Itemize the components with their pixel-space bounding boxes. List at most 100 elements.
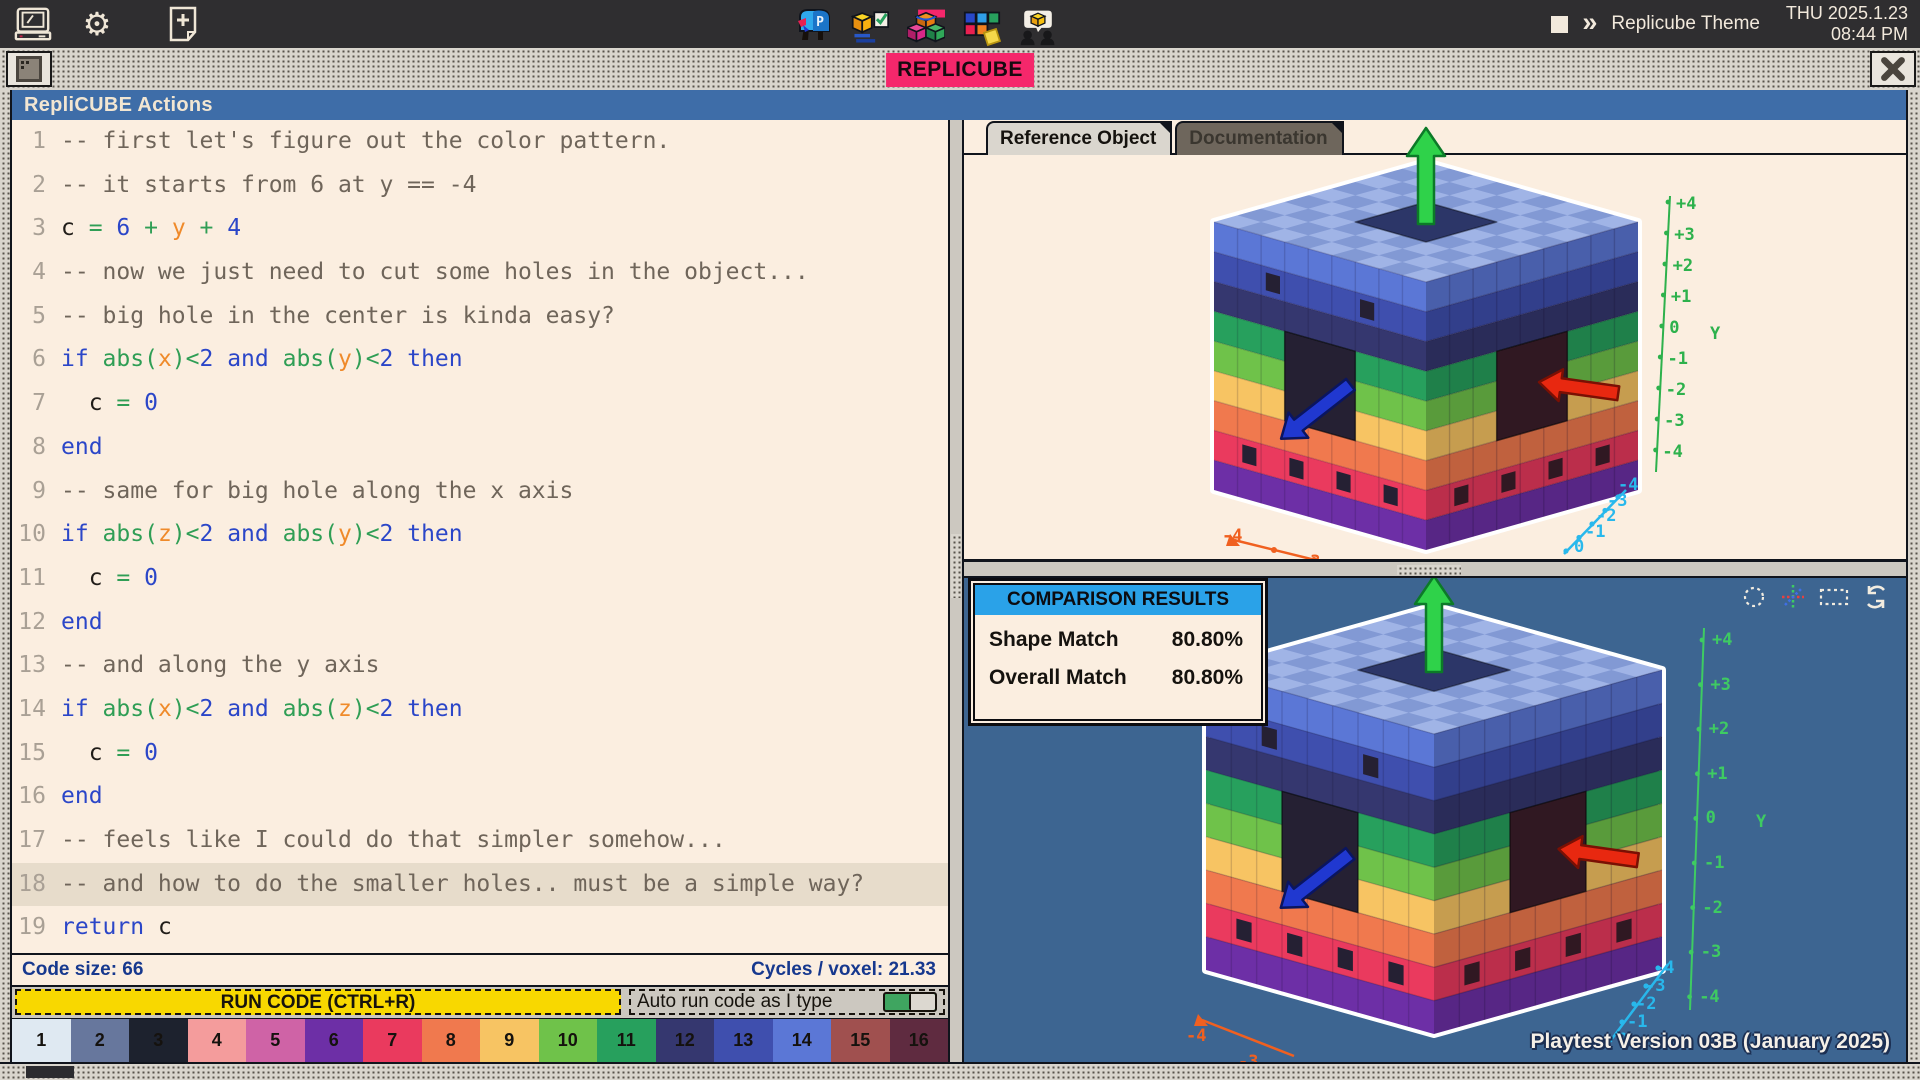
mailbox-icon[interactable]: P — [795, 8, 833, 46]
code-line: 12end — [12, 601, 948, 645]
color-grid-icon[interactable] — [963, 8, 1001, 46]
axis-label: +1 — [1671, 287, 1691, 307]
select-region-icon[interactable] — [1819, 584, 1849, 610]
palette-swatch-2[interactable]: 2 — [71, 1019, 130, 1062]
computer-icon[interactable] — [14, 5, 52, 43]
reference-cube-view[interactable] — [964, 120, 1906, 562]
app-title-badge: REPLICUBE — [886, 53, 1034, 87]
bottom-scrollbar[interactable] — [0, 1062, 1920, 1080]
axis-label: -4 — [1618, 475, 1638, 495]
scrollbar-thumb[interactable] — [26, 1066, 74, 1078]
clock: THU 2025.1.23 08:44 PM — [1786, 3, 1908, 45]
palette-swatch-10[interactable]: 10 — [539, 1019, 598, 1062]
comparison-results-box: COMPARISON RESULTS Shape Match80.80%Over… — [968, 578, 1268, 726]
chevrons-icon[interactable]: » — [1582, 9, 1597, 36]
palette-swatch-6[interactable]: 6 — [305, 1019, 364, 1062]
axis-label: -3 — [1664, 411, 1684, 431]
close-icon — [1880, 56, 1906, 82]
palette-swatch-11[interactable]: 11 — [597, 1019, 656, 1062]
right-pane: Reference ObjectDocumentation +4+3+2+10-… — [950, 120, 1906, 1062]
axis-label: +1 — [1707, 764, 1727, 784]
axis-label: 0 — [1574, 537, 1584, 557]
splitter-grip[interactable] — [1397, 565, 1461, 575]
orbit-icon[interactable] — [1741, 584, 1767, 610]
date-text: THU 2025.1.23 — [1786, 3, 1908, 24]
axis-label: 0 — [1669, 318, 1679, 338]
code-line: 7 c = 0 — [12, 382, 948, 426]
close-button[interactable] — [1870, 51, 1916, 87]
palette-swatch-13[interactable]: 13 — [714, 1019, 773, 1062]
run-bar: RUN CODE (CTRL+R) Auto run code as I typ… — [12, 985, 948, 1018]
run-code-button[interactable]: RUN CODE (CTRL+R) — [15, 989, 621, 1015]
code-lines: 1-- first let's figure out the color pat… — [12, 120, 948, 950]
window-menu-button[interactable] — [6, 51, 52, 87]
left-resize-strip[interactable] — [0, 90, 12, 1062]
axis-label: -2 — [1702, 898, 1722, 918]
palette-swatch-9[interactable]: 9 — [480, 1019, 539, 1062]
gear-icon[interactable]: ⚙ — [78, 5, 116, 43]
palette-swatch-7[interactable]: 7 — [363, 1019, 422, 1062]
palette-swatch-5[interactable]: 5 — [246, 1019, 305, 1062]
palette-swatch-8[interactable]: 8 — [422, 1019, 481, 1062]
code-line: 4-- now we just need to cut some holes i… — [12, 251, 948, 295]
right-scrollbar[interactable] — [1906, 90, 1920, 1062]
reference-object-panel: Reference ObjectDocumentation +4+3+2+10-… — [964, 120, 1906, 562]
vertical-splitter[interactable] — [950, 120, 964, 1062]
axis-label: -4 — [1699, 987, 1719, 1007]
theme-label: Replicube Theme — [1611, 13, 1760, 35]
axis-label: -1 — [1627, 1012, 1647, 1032]
code-line: 5-- big hole in the center is kinda easy… — [12, 295, 948, 339]
axis-label: 0 — [1706, 808, 1716, 828]
axis-label: +2 — [1709, 719, 1729, 739]
cube-check-icon[interactable] — [851, 8, 889, 46]
axis-label: +2 — [1673, 256, 1693, 276]
system-menu-bar: ⚙ P — [0, 0, 1920, 50]
cycles-label: Cycles / voxel: 21.33 — [751, 959, 936, 981]
code-line: 18-- and how to do the smaller holes.. m… — [12, 863, 948, 907]
code-line: 10if abs(z)<2 and abs(y)<2 then — [12, 513, 948, 557]
auto-run-panel: Auto run code as I type — [629, 989, 945, 1015]
replicube-actions-window: RepliCUBE Actions 1-- first let's figure… — [12, 90, 1906, 1062]
palette-swatch-14[interactable]: 14 — [773, 1019, 832, 1062]
auto-run-label: Auto run code as I type — [637, 991, 832, 1013]
axis-label: -4 — [1186, 1026, 1206, 1046]
svg-text:P: P — [816, 15, 824, 30]
horizontal-splitter[interactable] — [964, 562, 1906, 578]
code-line: 11 c = 0 — [12, 557, 948, 601]
auto-run-toggle[interactable] — [883, 992, 937, 1012]
chat-cube-icon[interactable] — [1019, 8, 1057, 46]
tab-reference-object[interactable]: Reference Object — [986, 121, 1172, 155]
palette-swatch-4[interactable]: 4 — [188, 1019, 247, 1062]
palette-swatch-3[interactable]: 3 — [129, 1019, 188, 1062]
version-label: Playtest Version 03B (January 2025) — [1530, 1030, 1890, 1054]
code-line: 17-- feels like I could do that simpler … — [12, 819, 948, 863]
palette-swatch-1[interactable]: 1 — [12, 1019, 71, 1062]
palette-swatch-16[interactable]: 16 — [890, 1019, 949, 1062]
code-line: 2-- it starts from 6 at y == -4 — [12, 164, 948, 208]
axis-label: -2 — [1636, 994, 1656, 1014]
splitter-grip[interactable] — [951, 534, 961, 598]
comparison-title: COMPARISON RESULTS — [975, 585, 1261, 615]
window-icon — [16, 56, 42, 82]
move-axes-icon[interactable] — [1780, 584, 1806, 610]
code-line: 1-- first let's figure out the color pat… — [12, 120, 948, 164]
palette-swatch-12[interactable]: 12 — [656, 1019, 715, 1062]
axis-label: -3 — [1300, 552, 1320, 562]
toggle-knob — [909, 994, 935, 1010]
replicube-screen: ⚙ P — [0, 0, 1920, 1080]
tab-documentation[interactable]: Documentation — [1175, 121, 1343, 155]
editor-status-bar: Code size: 66 Cycles / voxel: 21.33 — [12, 955, 948, 985]
cube-stack-icon[interactable] — [907, 8, 945, 46]
stop-icon[interactable] — [1551, 16, 1568, 33]
comparison-row: Shape Match80.80% — [975, 621, 1261, 659]
code-pane: 1-- first let's figure out the color pat… — [12, 120, 950, 1062]
reset-view-icon[interactable] — [1862, 584, 1890, 610]
code-editor[interactable]: 1-- first let's figure out the color pat… — [12, 120, 948, 955]
axis-label: -1 — [1668, 349, 1688, 369]
view-tools — [1741, 584, 1890, 610]
new-file-icon[interactable] — [164, 5, 202, 43]
window-title: RepliCUBE Actions — [12, 90, 1906, 120]
code-line: 8end — [12, 426, 948, 470]
color-palette: 12345678910111213141516 — [12, 1018, 948, 1062]
palette-swatch-15[interactable]: 15 — [831, 1019, 890, 1062]
